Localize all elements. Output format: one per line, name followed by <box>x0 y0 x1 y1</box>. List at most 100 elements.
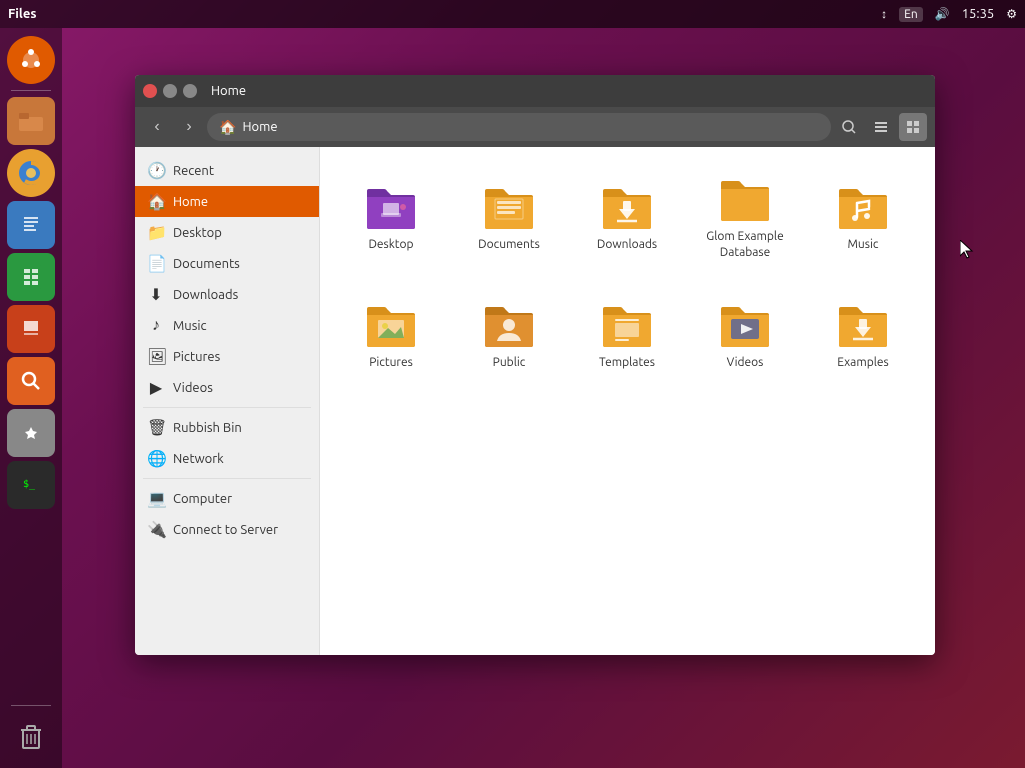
sidebar-item-home-label: Home <box>173 195 208 209</box>
dock-item-system-tools[interactable] <box>7 409 55 457</box>
sidebar-item-pictures[interactable]: 🖼 Pictures <box>135 341 319 372</box>
sidebar-item-recent-label: Recent <box>173 164 214 178</box>
sidebar: 🕐 Recent 🏠 Home 📁 Desktop 📄 Documents ⬇ … <box>135 147 320 655</box>
main-content-area: 🕐 Recent 🏠 Home 📁 Desktop 📄 Documents ⬇ … <box>135 147 935 655</box>
dock-item-impress[interactable] <box>7 305 55 353</box>
dock-divider-1 <box>11 90 51 91</box>
dock-item-firefox[interactable] <box>7 149 55 197</box>
documents-icon: 📄 <box>147 254 165 273</box>
music-label: Music <box>848 237 879 253</box>
videos-folder-icon <box>717 301 773 349</box>
file-item-public[interactable]: Public <box>454 281 564 391</box>
dock-item-appfinder[interactable] <box>7 357 55 405</box>
top-menu-bar: Files ↕ En 🔊 15:35 ⚙ <box>0 0 1025 28</box>
network-icon: 🌐 <box>147 449 165 468</box>
sidebar-item-connect-to-server[interactable]: 🔌 Connect to Server <box>135 514 319 545</box>
toolbar-view-buttons <box>835 113 927 141</box>
public-folder-icon <box>481 301 537 349</box>
keyboard-layout-indicator[interactable]: En <box>899 7 923 22</box>
downloads-label: Downloads <box>597 237 657 253</box>
music-icon: ♪ <box>147 316 165 335</box>
back-button[interactable]: ‹ <box>143 113 171 141</box>
videos-label: Videos <box>727 355 764 371</box>
dock-item-ubuntu[interactable] <box>7 36 55 84</box>
recent-icon: 🕐 <box>147 161 165 180</box>
system-tray: ↕ En 🔊 15:35 ⚙ <box>881 7 1017 22</box>
sidebar-item-videos-label: Videos <box>173 381 213 395</box>
templates-label: Templates <box>599 355 655 371</box>
desktop-icon: 📁 <box>147 223 165 242</box>
file-item-music[interactable]: Music <box>808 163 918 273</box>
sidebar-item-music[interactable]: ♪ Music <box>135 310 319 341</box>
sidebar-item-downloads-label: Downloads <box>173 288 238 302</box>
window-close-button[interactable] <box>143 84 157 98</box>
network-indicator[interactable]: ↕ <box>881 7 887 21</box>
rubbish-bin-icon: 🗑 <box>147 418 165 437</box>
file-item-templates[interactable]: Templates <box>572 281 682 391</box>
sidebar-item-recent[interactable]: 🕐 Recent <box>135 155 319 186</box>
sidebar-item-downloads[interactable]: ⬇ Downloads <box>135 279 319 310</box>
downloads-folder-icon <box>599 183 655 231</box>
sidebar-item-desktop[interactable]: 📁 Desktop <box>135 217 319 248</box>
file-manager-toolbar: ‹ › 🏠 Home <box>135 107 935 147</box>
documents-folder-icon <box>481 183 537 231</box>
sidebar-item-desktop-label: Desktop <box>173 226 222 240</box>
settings-icon[interactable]: ⚙ <box>1006 7 1017 21</box>
public-label: Public <box>493 355 526 371</box>
dock-item-trash[interactable] <box>7 712 55 760</box>
sidebar-item-videos[interactable]: ▶ Videos <box>135 372 319 403</box>
connect-server-icon: 🔌 <box>147 520 165 539</box>
file-item-glom[interactable]: Glom Example Database <box>690 163 800 273</box>
clock: 15:35 <box>962 7 995 21</box>
window-maximize-button[interactable] <box>183 84 197 98</box>
glom-folder-icon <box>717 175 773 223</box>
home-icon: 🏠 <box>147 192 165 211</box>
pictures-folder-icon <box>363 301 419 349</box>
examples-label: Examples <box>837 355 888 371</box>
templates-folder-icon <box>599 301 655 349</box>
file-manager-window: Home ‹ › 🏠 Home <box>135 75 935 655</box>
sidebar-item-computer[interactable]: 💻 Computer <box>135 483 319 514</box>
dock-item-terminal[interactable]: $_ <box>7 461 55 509</box>
sidebar-item-connect-server-label: Connect to Server <box>173 523 278 537</box>
location-bar[interactable]: 🏠 Home <box>207 113 831 141</box>
sidebar-item-music-label: Music <box>173 319 207 333</box>
app-menu-title[interactable]: Files <box>8 7 881 21</box>
file-grid: Desktop Documents <box>320 147 935 655</box>
search-button[interactable] <box>835 113 863 141</box>
downloads-icon: ⬇ <box>147 285 165 304</box>
file-item-examples[interactable]: Examples <box>808 281 918 391</box>
file-item-downloads[interactable]: Downloads <box>572 163 682 273</box>
forward-button[interactable]: › <box>175 113 203 141</box>
sound-indicator[interactable]: 🔊 <box>935 7 950 21</box>
svg-text:$_: $_ <box>23 479 36 490</box>
file-item-pictures[interactable]: Pictures <box>336 281 446 391</box>
music-folder-icon <box>835 183 891 231</box>
file-item-videos[interactable]: Videos <box>690 281 800 391</box>
window-minimize-button[interactable] <box>163 84 177 98</box>
pictures-label: Pictures <box>369 355 413 371</box>
file-item-documents[interactable]: Documents <box>454 163 564 273</box>
dock-item-calc[interactable] <box>7 253 55 301</box>
pictures-icon: 🖼 <box>147 347 165 366</box>
dock-bottom-section <box>7 703 55 760</box>
location-text: Home <box>242 120 277 134</box>
sidebar-item-documents[interactable]: 📄 Documents <box>135 248 319 279</box>
desktop-label: Desktop <box>368 237 413 253</box>
file-item-desktop[interactable]: Desktop <box>336 163 446 273</box>
videos-icon: ▶ <box>147 378 165 397</box>
window-title: Home <box>211 84 246 98</box>
sidebar-item-rubbish-bin-label: Rubbish Bin <box>173 421 242 435</box>
dock-item-files[interactable] <box>7 97 55 145</box>
dock-item-writer[interactable] <box>7 201 55 249</box>
documents-label: Documents <box>478 237 540 253</box>
sidebar-item-rubbish-bin[interactable]: 🗑 Rubbish Bin <box>135 412 319 443</box>
sidebar-item-home[interactable]: 🏠 Home <box>135 186 319 217</box>
glom-label: Glom Example Database <box>694 229 796 260</box>
computer-icon: 💻 <box>147 489 165 508</box>
home-location-icon: 🏠 <box>219 119 236 136</box>
sidebar-item-network[interactable]: 🌐 Network <box>135 443 319 474</box>
list-view-button[interactable] <box>867 113 895 141</box>
sidebar-item-network-label: Network <box>173 452 224 466</box>
grid-view-button[interactable] <box>899 113 927 141</box>
